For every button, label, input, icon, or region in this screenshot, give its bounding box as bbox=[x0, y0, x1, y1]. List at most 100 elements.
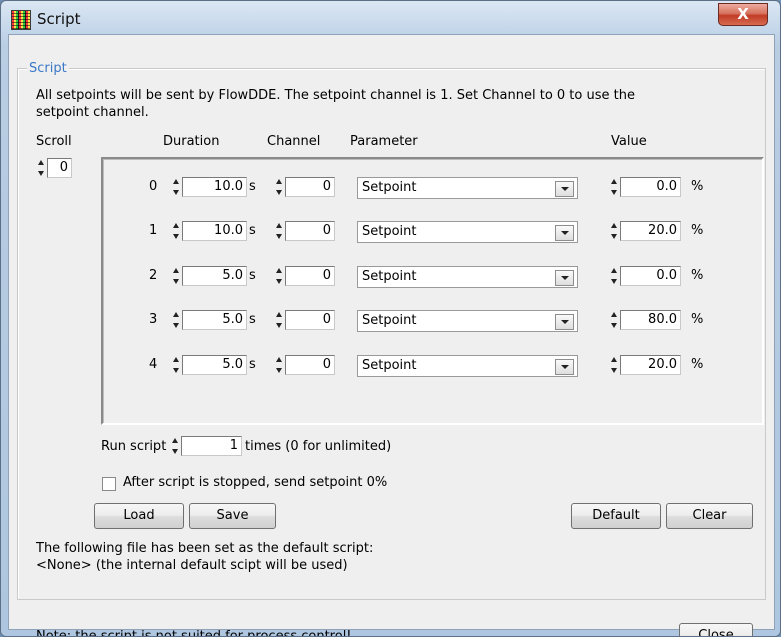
spin-up-arrow-icon[interactable] bbox=[172, 438, 178, 443]
close-button[interactable]: Close bbox=[679, 623, 753, 636]
channel-field[interactable]: 0 bbox=[285, 177, 335, 197]
spin-down-arrow-icon[interactable] bbox=[173, 234, 179, 239]
value-field[interactable]: 0.0 bbox=[620, 266, 681, 286]
channel-spinbox[interactable]: 0 bbox=[274, 266, 335, 286]
spin-up-arrow-icon[interactable] bbox=[173, 312, 179, 317]
dropdown-arrow-icon[interactable] bbox=[555, 181, 574, 197]
window-close-button[interactable]: X bbox=[718, 3, 768, 26]
value-spin-arrows[interactable] bbox=[609, 310, 619, 330]
value-spinbox[interactable]: 0.0 bbox=[609, 177, 684, 197]
spin-down-arrow-icon[interactable] bbox=[611, 190, 617, 195]
value-spinbox[interactable]: 80.0 bbox=[609, 310, 684, 330]
value-spinbox[interactable]: 0.0 bbox=[609, 266, 684, 286]
spin-up-arrow-icon[interactable] bbox=[611, 179, 617, 184]
default-button[interactable]: Default bbox=[571, 503, 661, 529]
value-field[interactable]: 0.0 bbox=[620, 177, 681, 197]
spin-down-arrow-icon[interactable] bbox=[611, 234, 617, 239]
dropdown-arrow-icon[interactable] bbox=[555, 359, 574, 375]
duration-field[interactable]: 10.0 bbox=[182, 221, 247, 241]
spin-up-arrow-icon[interactable] bbox=[611, 268, 617, 273]
value-spinbox[interactable]: 20.0 bbox=[609, 221, 684, 241]
spin-down-arrow-icon[interactable] bbox=[173, 279, 179, 284]
spin-down-arrow-icon[interactable] bbox=[172, 449, 178, 454]
save-button[interactable]: Save bbox=[189, 503, 276, 529]
spin-down-arrow-icon[interactable] bbox=[276, 190, 282, 195]
channel-spinbox[interactable]: 0 bbox=[274, 177, 335, 197]
value-field[interactable]: 20.0 bbox=[620, 355, 681, 375]
scroll-spinbox[interactable]: 0 bbox=[36, 158, 74, 178]
parameter-combobox[interactable]: Setpoint bbox=[357, 221, 578, 243]
channel-field[interactable]: 0 bbox=[285, 221, 335, 241]
spin-down-arrow-icon[interactable] bbox=[276, 234, 282, 239]
scroll-spin-arrows[interactable] bbox=[36, 158, 46, 178]
value-spin-arrows[interactable] bbox=[609, 355, 619, 375]
duration-spinbox[interactable]: 5.0 bbox=[171, 266, 256, 286]
scroll-value-field[interactable]: 0 bbox=[47, 158, 72, 178]
spin-down-arrow-icon[interactable] bbox=[38, 171, 44, 176]
channel-spinbox[interactable]: 0 bbox=[274, 221, 335, 241]
channel-field[interactable]: 0 bbox=[285, 355, 335, 375]
channel-spin-arrows[interactable] bbox=[274, 310, 284, 330]
spin-up-arrow-icon[interactable] bbox=[173, 179, 179, 184]
channel-spin-arrows[interactable] bbox=[274, 177, 284, 197]
channel-spin-arrows[interactable] bbox=[274, 221, 284, 241]
parameter-combobox[interactable]: Setpoint bbox=[357, 177, 578, 199]
spin-down-arrow-icon[interactable] bbox=[276, 279, 282, 284]
duration-field[interactable]: 5.0 bbox=[182, 266, 247, 286]
clear-button[interactable]: Clear bbox=[666, 503, 753, 529]
channel-spin-arrows[interactable] bbox=[274, 355, 284, 375]
spin-down-arrow-icon[interactable] bbox=[276, 368, 282, 373]
spin-up-arrow-icon[interactable] bbox=[276, 268, 282, 273]
duration-field[interactable]: 10.0 bbox=[182, 177, 247, 197]
duration-spinbox[interactable]: 10.0 bbox=[171, 177, 256, 197]
spin-down-arrow-icon[interactable] bbox=[173, 323, 179, 328]
channel-spin-arrows[interactable] bbox=[274, 266, 284, 286]
duration-spinbox[interactable]: 5.0 bbox=[171, 310, 256, 330]
run-count-field[interactable]: 1 bbox=[181, 436, 242, 456]
channel-spinbox[interactable]: 0 bbox=[274, 355, 335, 375]
load-button[interactable]: Load bbox=[94, 503, 184, 529]
dropdown-arrow-icon[interactable] bbox=[555, 225, 574, 241]
after-stop-checkbox[interactable] bbox=[102, 477, 116, 491]
spin-down-arrow-icon[interactable] bbox=[611, 368, 617, 373]
spin-down-arrow-icon[interactable] bbox=[173, 190, 179, 195]
duration-spin-arrows[interactable] bbox=[171, 266, 181, 286]
spin-down-arrow-icon[interactable] bbox=[611, 279, 617, 284]
parameter-combobox[interactable]: Setpoint bbox=[357, 266, 578, 288]
spin-up-arrow-icon[interactable] bbox=[173, 357, 179, 362]
spin-down-arrow-icon[interactable] bbox=[173, 368, 179, 373]
spin-up-arrow-icon[interactable] bbox=[276, 312, 282, 317]
value-spin-arrows[interactable] bbox=[609, 266, 619, 286]
spin-up-arrow-icon[interactable] bbox=[173, 223, 179, 228]
value-spin-arrows[interactable] bbox=[609, 221, 619, 241]
run-count-spinbox[interactable]: 1 bbox=[170, 436, 242, 456]
duration-spin-arrows[interactable] bbox=[171, 310, 181, 330]
duration-spin-arrows[interactable] bbox=[171, 177, 181, 197]
after-stop-label[interactable]: After script is stopped, send setpoint 0… bbox=[123, 475, 387, 490]
duration-field[interactable]: 5.0 bbox=[182, 355, 247, 375]
run-count-spin-arrows[interactable] bbox=[170, 436, 180, 456]
channel-spinbox[interactable]: 0 bbox=[274, 310, 335, 330]
spin-down-arrow-icon[interactable] bbox=[611, 323, 617, 328]
value-field[interactable]: 20.0 bbox=[620, 221, 681, 241]
value-spin-arrows[interactable] bbox=[609, 177, 619, 197]
spin-up-arrow-icon[interactable] bbox=[611, 312, 617, 317]
duration-spinbox[interactable]: 5.0 bbox=[171, 355, 256, 375]
duration-spin-arrows[interactable] bbox=[171, 221, 181, 241]
spin-up-arrow-icon[interactable] bbox=[38, 160, 44, 165]
channel-field[interactable]: 0 bbox=[285, 266, 335, 286]
dropdown-arrow-icon[interactable] bbox=[555, 314, 574, 330]
spin-up-arrow-icon[interactable] bbox=[276, 357, 282, 362]
spin-up-arrow-icon[interactable] bbox=[276, 223, 282, 228]
duration-spinbox[interactable]: 10.0 bbox=[171, 221, 256, 241]
parameter-combobox[interactable]: Setpoint bbox=[357, 355, 578, 377]
spin-up-arrow-icon[interactable] bbox=[276, 179, 282, 184]
duration-field[interactable]: 5.0 bbox=[182, 310, 247, 330]
value-spinbox[interactable]: 20.0 bbox=[609, 355, 684, 375]
spin-down-arrow-icon[interactable] bbox=[276, 323, 282, 328]
value-field[interactable]: 80.0 bbox=[620, 310, 681, 330]
spin-up-arrow-icon[interactable] bbox=[611, 357, 617, 362]
channel-field[interactable]: 0 bbox=[285, 310, 335, 330]
spin-up-arrow-icon[interactable] bbox=[173, 268, 179, 273]
dropdown-arrow-icon[interactable] bbox=[555, 270, 574, 286]
